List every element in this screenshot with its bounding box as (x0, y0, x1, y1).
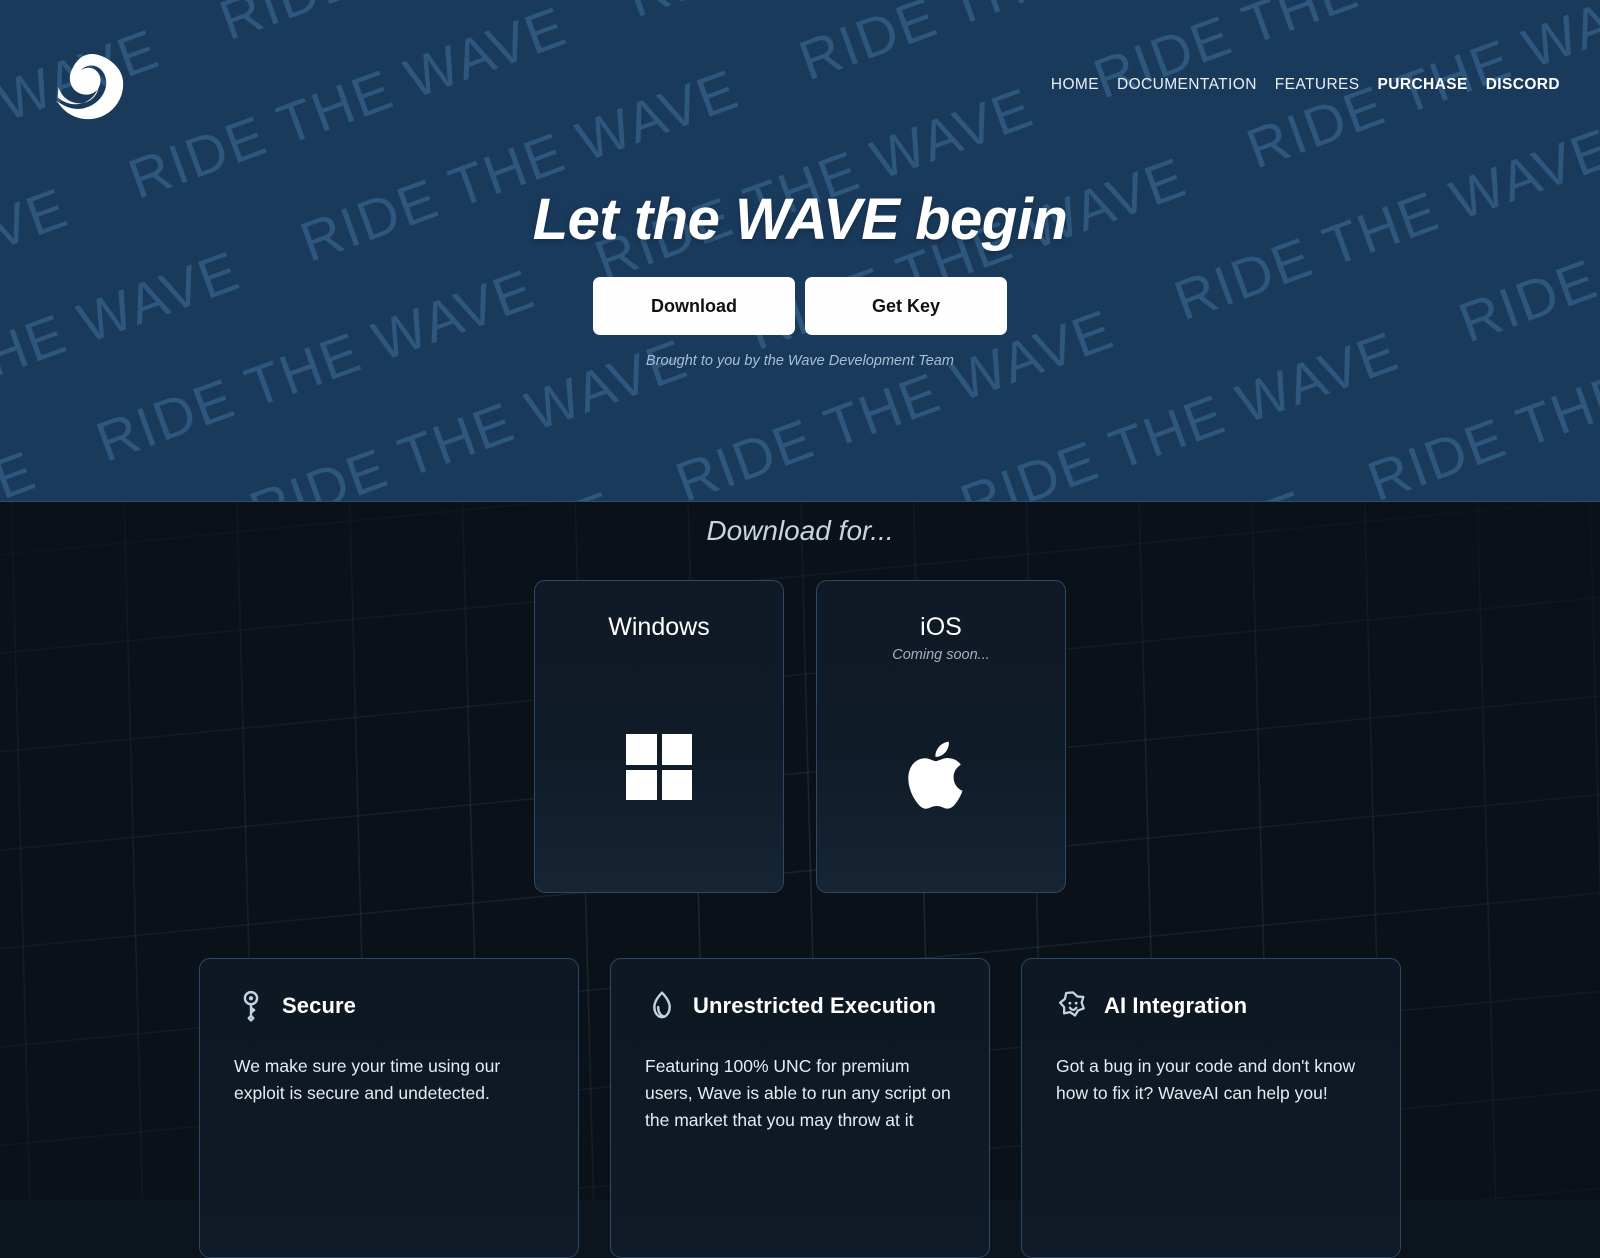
feature-card-unrestricted-execution: Unrestricted Execution Featuring 100% UN… (610, 958, 990, 1258)
feature-card-body: We make sure your time using our exploit… (234, 1056, 501, 1103)
main-navigation[interactable]: HOME DOCUMENTATION FEATURES PURCHASE DIS… (1051, 76, 1560, 94)
download-card-title: iOS (920, 613, 962, 641)
download-button[interactable]: Download (593, 277, 795, 335)
hero-section: RIDE THE WAVERIDE THE WAVERIDE THE WAVER… (0, 0, 1600, 502)
download-card-ios[interactable]: iOS Coming soon... (816, 580, 1066, 893)
feature-card-title: Secure (282, 993, 356, 1018)
feature-card-body: Got a bug in your code and don't know ho… (1056, 1056, 1356, 1103)
hero-title: Let the WAVE begin (532, 187, 1068, 252)
hero-button-group: Download Get Key (0, 277, 1600, 335)
download-card-title: Windows (608, 613, 710, 641)
feature-card-body: Featuring 100% UNC for premium users, Wa… (645, 1056, 951, 1130)
download-card-windows[interactable]: Windows (534, 580, 784, 893)
nav-item-documentation[interactable]: DOCUMENTATION (1117, 76, 1257, 94)
get-key-button[interactable]: Get Key (805, 277, 1007, 335)
feature-card-group: Secure We make sure your time using our … (0, 958, 1600, 1258)
windows-logo (626, 734, 692, 800)
wave-spiral-logo[interactable] (46, 42, 130, 126)
feature-card-ai-integration: AI Integration Got a bug in your code an… (1021, 958, 1401, 1258)
feature-card-secure: Secure We make sure your time using our … (199, 958, 579, 1258)
nav-item-features[interactable]: FEATURES (1275, 76, 1360, 94)
smiling-star-icon (1056, 989, 1090, 1023)
feature-card-title: AI Integration (1104, 993, 1248, 1018)
hero-tagline: Brought to you by the Wave Development T… (646, 353, 954, 369)
download-heading: Download for... (706, 515, 894, 546)
download-card-group: Windows iOS Coming soon... (0, 580, 1600, 893)
nav-item-home[interactable]: HOME (1051, 76, 1099, 94)
feature-card-title: Unrestricted Execution (693, 993, 937, 1018)
apple-logo (905, 733, 977, 822)
droplet-icon (645, 989, 679, 1023)
download-card-subtitle: Coming soon... (892, 647, 990, 663)
key-icon (234, 989, 268, 1023)
nav-item-purchase[interactable]: PURCHASE (1378, 76, 1468, 94)
nav-item-discord[interactable]: DISCORD (1486, 76, 1560, 94)
